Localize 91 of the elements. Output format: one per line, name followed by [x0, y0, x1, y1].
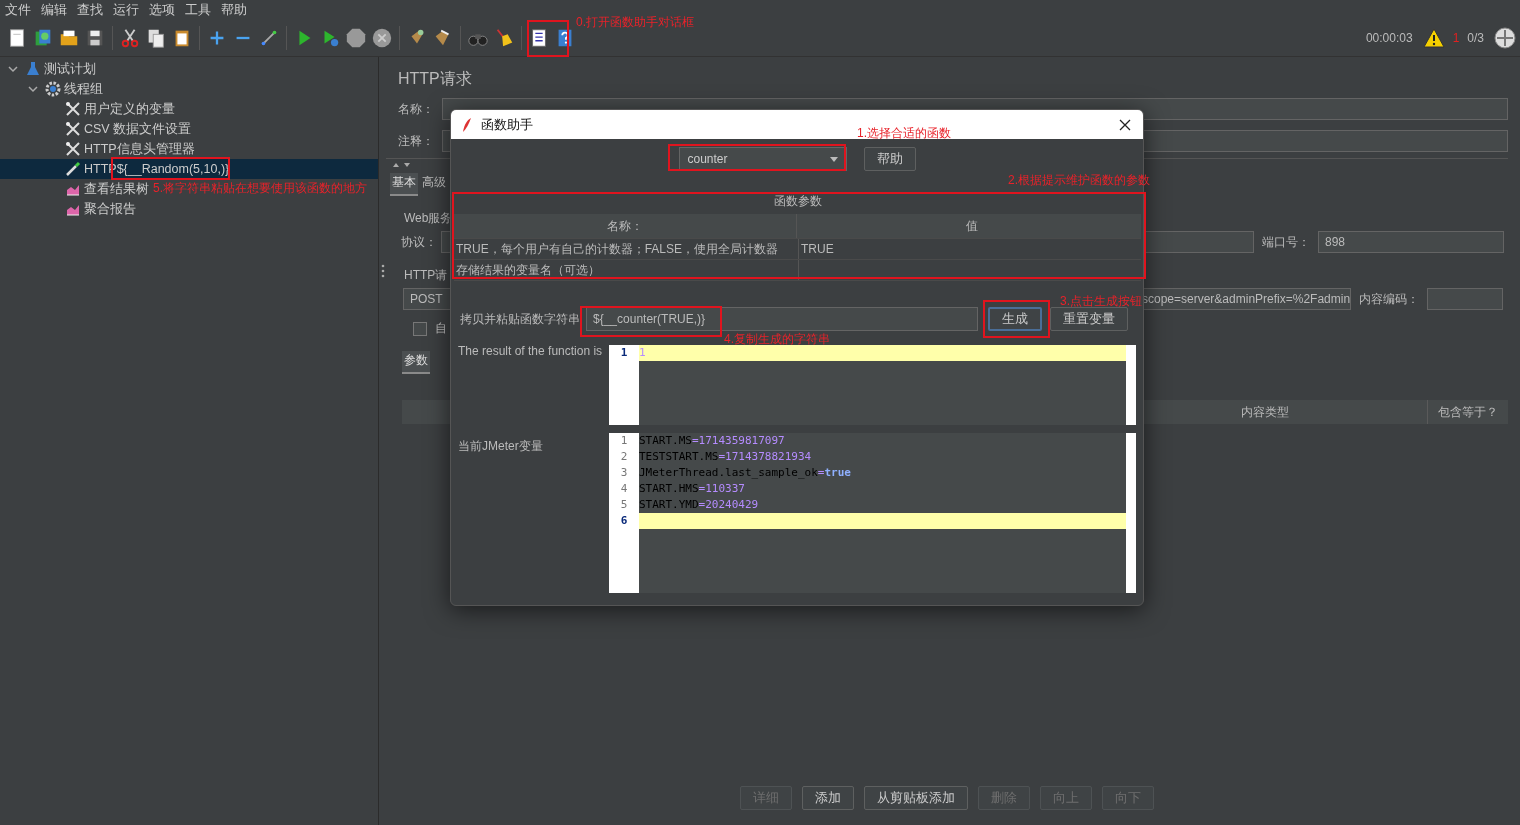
- line-number: 1: [619, 433, 629, 449]
- table-cell-text: TRUE: [800, 241, 835, 258]
- chevron-icon[interactable]: [28, 84, 38, 94]
- warning-icon[interactable]: [1422, 28, 1445, 48]
- menu-item[interactable]: 编辑: [36, 1, 72, 19]
- annotation: 5.将字符串粘贴在想要使用该函数的地方: [153, 180, 367, 197]
- tab[interactable]: 基本: [390, 173, 418, 196]
- line-number: 2: [619, 449, 629, 465]
- error-count: 1: [1452, 31, 1460, 45]
- function-string-field[interactable]: ${__counter(TRUE,)}: [586, 307, 978, 331]
- tree-item[interactable]: CSV 数据文件设置: [44, 120, 192, 138]
- line-number: 5: [619, 497, 629, 513]
- drag-handle-icon[interactable]: [380, 264, 385, 278]
- chevron-icon[interactable]: [8, 64, 18, 74]
- annotation: 3.点击生成按钮: [1060, 293, 1142, 310]
- annotation: 4.复制生成的字符串: [724, 331, 830, 348]
- field-label: 端口号：: [1261, 233, 1311, 251]
- menu-item[interactable]: 工具: [180, 1, 216, 19]
- pipette-icon: [65, 161, 81, 177]
- line-number: 4: [619, 481, 629, 497]
- field-label: The result of the function is: [457, 343, 604, 360]
- checkbox-label: 自: [435, 320, 447, 337]
- table-title: 函数参数: [772, 193, 823, 210]
- menu-item[interactable]: 查找: [72, 1, 108, 19]
- tools-icon: [65, 101, 81, 117]
- thread-count: 0/3: [1467, 31, 1484, 45]
- field-label: 内容编码：: [1358, 290, 1420, 308]
- group-label: Web服务: [404, 210, 453, 227]
- port-field[interactable]: 898: [1318, 231, 1504, 253]
- tools-icon: [65, 121, 81, 137]
- highlight-box: [983, 300, 1050, 338]
- gear-icon: [45, 81, 61, 97]
- menu-item[interactable]: 运行: [108, 1, 144, 19]
- tree-item[interactable]: 测试计划: [4, 60, 96, 78]
- code-editor[interactable]: 1 1: [609, 345, 1136, 425]
- caret-icon: [829, 156, 838, 162]
- tree-item[interactable]: 用户定义的变量: [44, 100, 175, 118]
- field-label: 协议：: [401, 233, 438, 251]
- tab[interactable]: 参数: [402, 351, 430, 374]
- dialog-title: 函数助手: [481, 115, 533, 134]
- stop-icon[interactable]: [345, 27, 367, 49]
- column-header: 值: [964, 217, 979, 235]
- checkbox[interactable]: [413, 321, 427, 336]
- scissors-icon[interactable]: [119, 27, 141, 49]
- reset-button[interactable]: 重置变量: [1050, 307, 1128, 331]
- menu-item[interactable]: 选项: [144, 1, 180, 19]
- action-button[interactable]: 从剪贴板添加: [864, 786, 968, 810]
- feather-icon: [461, 116, 473, 133]
- table-cell: 存储结果的变量名（可选）: [454, 260, 799, 280]
- field-label: 名称：: [397, 100, 435, 118]
- flask-icon: [25, 61, 41, 77]
- tools-icon: [65, 141, 81, 157]
- column-header[interactable]: 包含等于？: [1427, 400, 1508, 424]
- code-line: START.YMD=20240429: [639, 498, 759, 511]
- group-label: HTTP请: [404, 267, 448, 284]
- code-line: TESTSTART.MS=1714378821934: [639, 450, 812, 463]
- help-button[interactable]: 帮助: [863, 147, 916, 171]
- tab[interactable]: 高级: [420, 173, 448, 196]
- action-button[interactable]: 添加: [802, 786, 854, 810]
- close-icon[interactable]: [1119, 118, 1131, 131]
- annotation: 0.打开函数助手对话框: [576, 14, 694, 31]
- panel-title: HTTP请求: [397, 69, 473, 89]
- generate-button[interactable]: 生成: [988, 307, 1042, 331]
- field-label: 拷贝并粘贴函数字符串: [460, 310, 580, 328]
- tree-item[interactable]: HTTP信息头管理器: [44, 140, 195, 158]
- shutdown-icon[interactable]: [371, 27, 393, 49]
- annotation: 1.选择合适的函数: [857, 125, 951, 142]
- annotation: 2.根据提示维护函数的参数: [1008, 172, 1150, 189]
- menu-item[interactable]: 文件: [0, 1, 36, 19]
- code-line: START.HMS=110337: [639, 482, 745, 495]
- field-label: 当前JMeter变量: [457, 438, 544, 455]
- scrollbar[interactable]: [1126, 345, 1136, 425]
- tree-item[interactable]: 线程组: [24, 80, 103, 98]
- tree-item[interactable]: 查看结果树: [44, 180, 149, 198]
- globe-icon: [1494, 27, 1516, 49]
- elapsed-time: 00:00:03: [1365, 31, 1413, 45]
- code-editor[interactable]: 1 2 3 4 5 6 START.MS=1714359817097 TESTSTART.MS=1714378821934 JMeterThread.last_sample_ok=true START.HMS=110337 START.YMD=20240429: [609, 433, 1136, 593]
- line-number: 3: [619, 465, 629, 481]
- line-number: 6: [619, 513, 629, 529]
- encoding-field[interactable]: [1427, 288, 1503, 310]
- highlight-box: [527, 20, 569, 57]
- tree-item[interactable]: 聚合报告: [44, 200, 136, 218]
- code-line: 1: [639, 346, 646, 359]
- function-dropdown[interactable]: counter: [678, 147, 847, 171]
- code-line: START.MS=1714359817097: [639, 434, 785, 447]
- collapse-arrows-icon[interactable]: [392, 162, 412, 168]
- menu-item[interactable]: 帮助: [216, 1, 252, 19]
- code-line: JMeterThread.last_sample_ok=true: [639, 466, 851, 479]
- field-label: 注释：: [397, 132, 435, 150]
- line-number: 1: [619, 345, 629, 361]
- scrollbar[interactable]: [1126, 433, 1136, 593]
